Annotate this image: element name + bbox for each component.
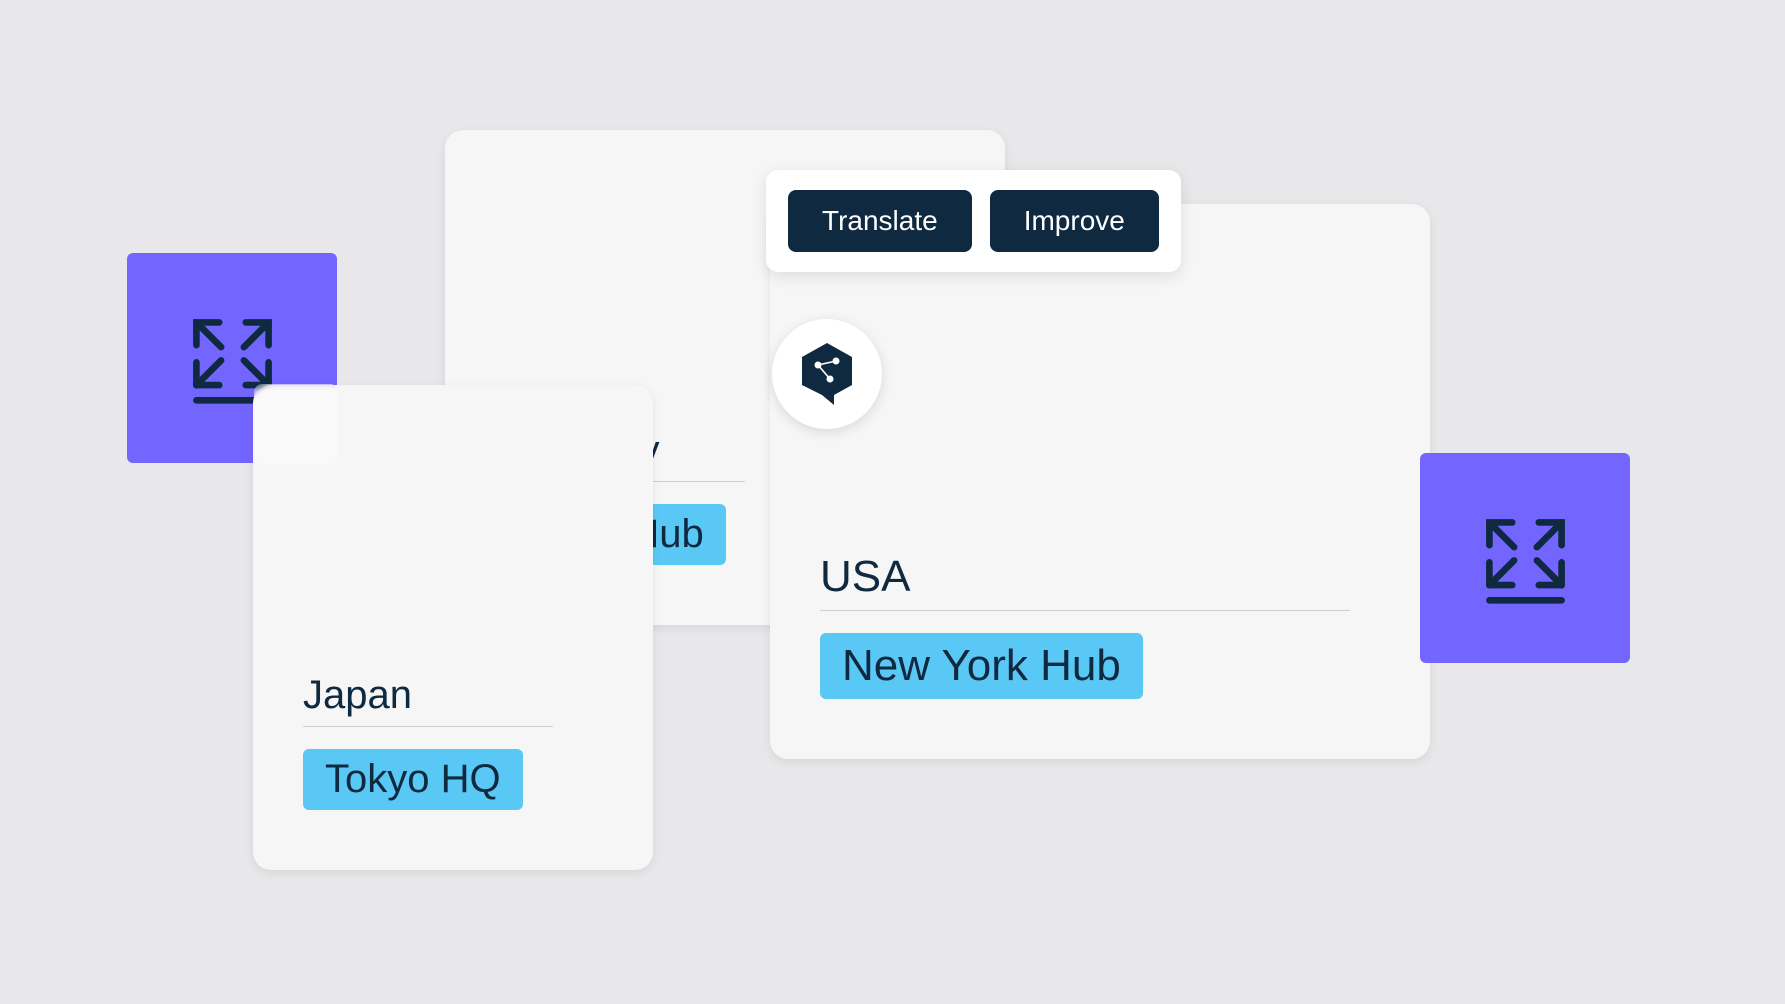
country-label-japan: Japan — [303, 673, 553, 727]
improve-button[interactable]: Improve — [990, 190, 1159, 252]
hub-tag-usa: New York Hub — [820, 633, 1143, 699]
expand-tile-right — [1420, 453, 1630, 663]
card-usa: USA New York Hub — [770, 204, 1430, 759]
translate-button[interactable]: Translate — [788, 190, 972, 252]
deepl-logo-icon — [798, 341, 856, 407]
blur-overlay — [254, 384, 338, 464]
deepl-badge — [772, 319, 882, 429]
expand-icon — [1478, 511, 1573, 606]
hub-tag-japan: Tokyo HQ — [303, 749, 523, 810]
country-label-usa: USA — [820, 552, 1350, 611]
ai-toolbar: Translate Improve — [766, 170, 1181, 272]
